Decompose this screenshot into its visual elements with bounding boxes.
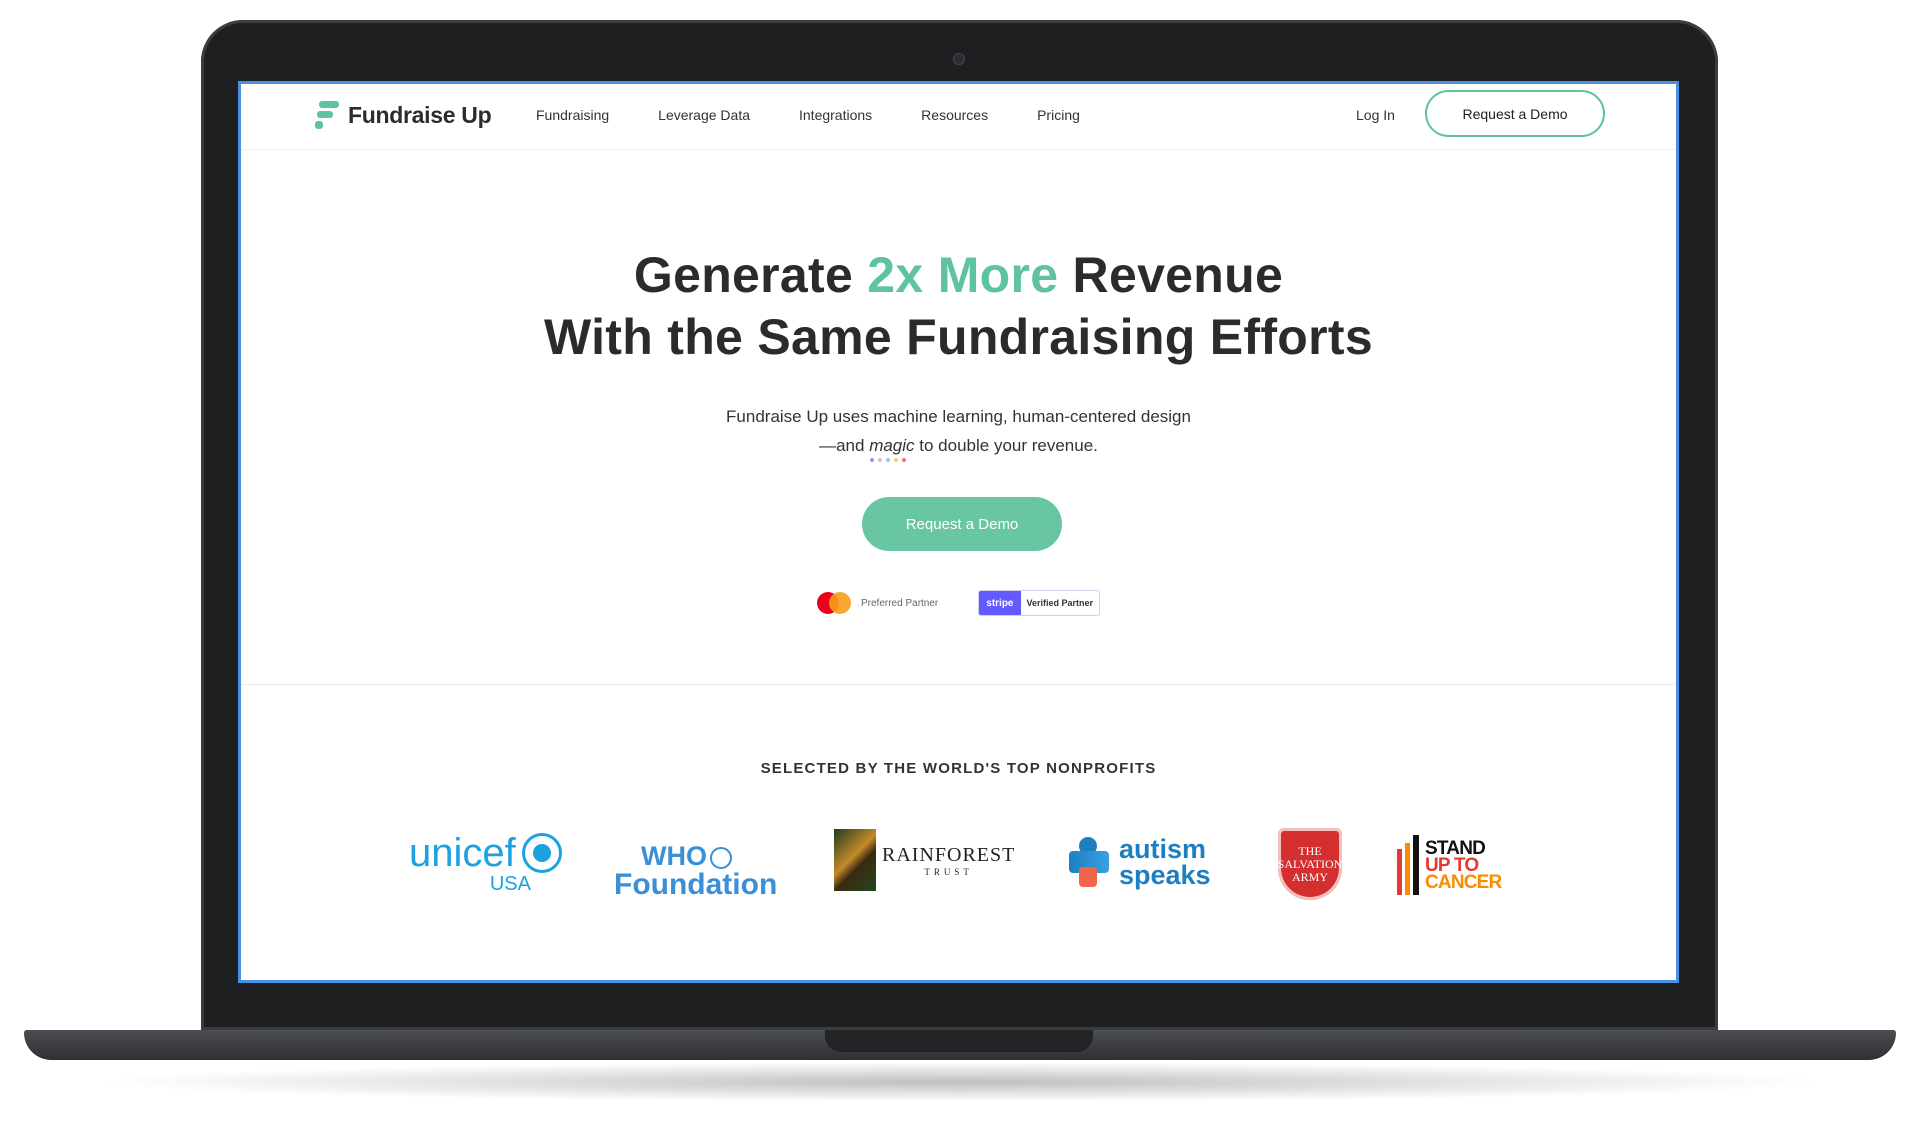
autism-speaks-logo: autism speaks xyxy=(1069,834,1211,890)
who-foundation-logo: WHO Foundation xyxy=(614,842,777,900)
unicef-wordmark: unicef xyxy=(409,831,516,875)
cancer-word: CANCER xyxy=(1425,871,1502,893)
hero-request-demo-button[interactable]: Request a Demo xyxy=(862,497,1062,551)
who-wordmark: WHO xyxy=(641,841,707,871)
brand-name: Fundraise Up xyxy=(348,101,492,128)
rainforest-wordmark: RAINFOREST xyxy=(882,843,1016,866)
stripe-partner-label: Verified Partner xyxy=(1026,598,1094,608)
subtext-magic: magic xyxy=(869,436,915,462)
stand-word: STAND xyxy=(1425,837,1486,859)
browser-viewport: Fundraise Up Fundraising Leverage Data I… xyxy=(238,81,1679,983)
headline-pre: Generate xyxy=(633,247,868,303)
partner-badges: Preferred Partner stripe Verified Partne… xyxy=(817,590,1101,616)
nonprofits-heading: SELECTED BY THE WORLD'S TOP NONPROFITS xyxy=(760,760,1157,777)
login-link[interactable]: Log In xyxy=(1356,107,1395,123)
stand-up-to-cancer-logo: STAND UP TO CANCER xyxy=(1395,835,1502,895)
salvation-army-shield-icon: THE SALVATION ARMY xyxy=(1278,828,1342,900)
stripe-logo: stripe xyxy=(979,591,1021,615)
puzzle-piece-icon xyxy=(1069,837,1109,887)
camera-icon xyxy=(953,53,965,65)
headline-accent: 2x More xyxy=(867,247,1059,303)
jaguar-photo-icon xyxy=(834,829,876,891)
brand-logo[interactable]: Fundraise Up xyxy=(315,99,492,131)
subtext-line2-pre: —and xyxy=(819,436,870,455)
mastercard-logo-icon xyxy=(817,592,851,614)
nav-pricing[interactable]: Pricing xyxy=(1037,107,1080,123)
nav-leverage-data[interactable]: Leverage Data xyxy=(658,107,750,123)
laptop-shadow xyxy=(90,1062,1830,1102)
headline-post: Revenue xyxy=(1058,247,1284,303)
trust-wordmark: TRUST xyxy=(924,866,973,877)
rainforest-trust-logo: RAINFOREST TRUST xyxy=(834,829,1015,891)
laptop-base-notch xyxy=(825,1030,1093,1052)
hero-headline: Generate 2x More Revenue With the Same F… xyxy=(241,244,1676,368)
main-nav: Fundraising Leverage Data Integrations R… xyxy=(536,107,1129,123)
up-to-word: UP TO xyxy=(1425,854,1479,876)
stripe-partner-badge: stripe Verified Partner xyxy=(978,590,1101,616)
speaks-word: speaks xyxy=(1119,860,1211,890)
subtext-line2-post: to double your revenue. xyxy=(914,436,1098,455)
mastercard-partner-label: Preferred Partner xyxy=(861,597,939,609)
magic-dots-icon xyxy=(870,458,907,462)
headline-line2: With the Same Fundraising Efforts xyxy=(544,309,1373,365)
subtext-line1: Fundraise Up uses machine learning, huma… xyxy=(726,407,1191,426)
site-header: Fundraise Up Fundraising Leverage Data I… xyxy=(241,84,1676,150)
arrows-icon xyxy=(1395,835,1421,895)
magic-word: magic xyxy=(869,436,915,455)
fundraise-up-logo-icon xyxy=(315,101,339,129)
unicef-usa: USA xyxy=(489,873,531,895)
nav-resources[interactable]: Resources xyxy=(921,107,988,123)
globe-icon xyxy=(521,833,562,873)
nav-integrations[interactable]: Integrations xyxy=(799,107,872,123)
hero-subtext: Fundraise Up uses machine learning, huma… xyxy=(241,402,1676,462)
nav-fundraising[interactable]: Fundraising xyxy=(536,107,609,123)
unicef-logo: unicef USA xyxy=(409,833,562,896)
who-emblem-icon xyxy=(709,846,732,869)
header-request-demo-button[interactable]: Request a Demo xyxy=(1425,90,1605,137)
section-divider xyxy=(241,684,1676,685)
autism-word: autism xyxy=(1119,834,1207,864)
salvation-army-logo: THE SALVATION ARMY xyxy=(1278,828,1342,900)
who-foundation-word: Foundation xyxy=(614,868,778,901)
